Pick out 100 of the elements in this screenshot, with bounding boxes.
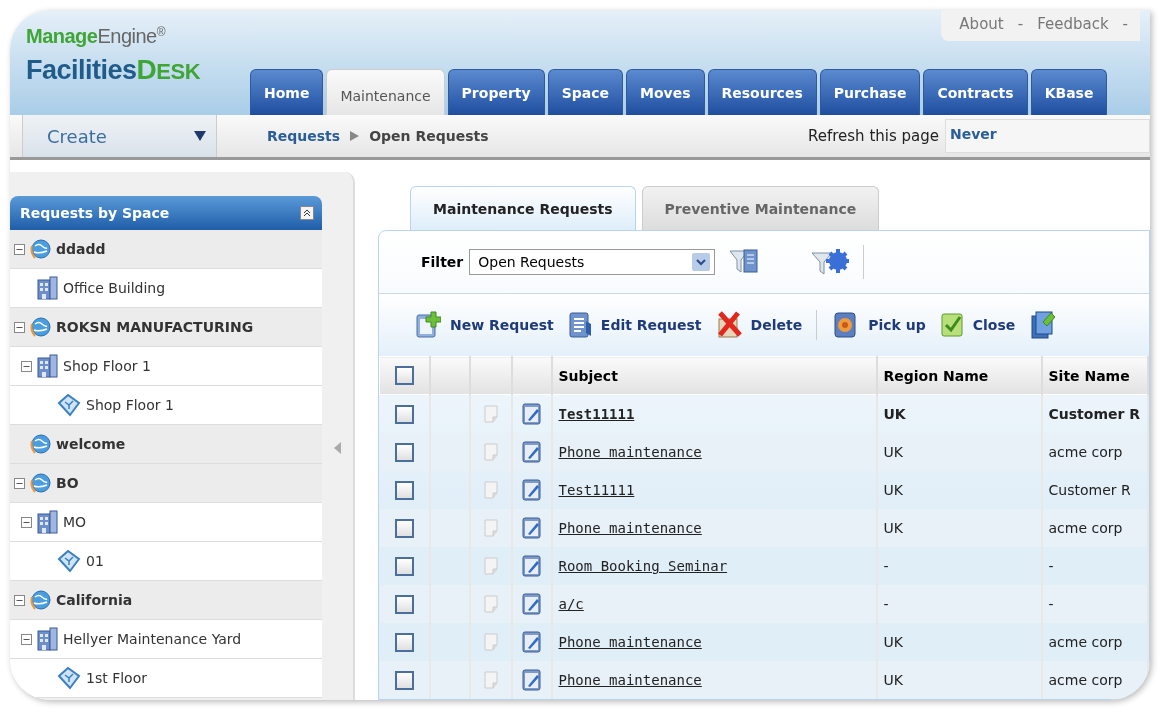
filter-settings-icon[interactable] [811,247,850,277]
floor-plan-icon [57,393,81,417]
building-icon [36,354,58,378]
tree-label: 01 [86,553,104,569]
toolbar-button[interactable]: Delete [715,311,803,339]
toolbar-button[interactable]: Edit Request [567,311,702,339]
note-icon [482,671,499,689]
tree-row[interactable]: MO [10,503,322,542]
edit-icon[interactable] [521,479,542,501]
edit-icon[interactable] [521,555,542,577]
nav-tab[interactable]: KBase [1030,69,1108,115]
note-icon [482,633,499,651]
edit-icon[interactable] [521,631,542,653]
subject-link[interactable]: Phone maintenance [558,520,702,536]
table-cell: UK [876,433,1042,471]
nav-tab[interactable]: Contracts [923,69,1028,115]
toolbar-button[interactable]: Pick up [833,311,926,339]
filter-select[interactable]: Open Requests [469,249,716,275]
tree-label: ROKSN MANUFACTURING [56,319,254,335]
breadcrumb-link[interactable]: Requests [267,128,341,144]
collapse-icon[interactable] [14,594,25,606]
tree-row[interactable]: ddadd [10,230,322,269]
collapse-icon[interactable] [21,516,32,528]
collapse-icon[interactable] [21,360,32,372]
edit-icon[interactable] [521,403,542,425]
edit-icon[interactable] [521,517,542,539]
breadcrumb-arrow-icon [350,131,360,141]
edit-icon[interactable] [521,669,542,691]
row-checkbox[interactable] [394,594,414,614]
column-header[interactable]: Subject [551,356,877,395]
create-dropdown[interactable]: Create [22,115,217,157]
header-link[interactable]: Feedback [1037,15,1109,33]
content-tab[interactable]: Preventive Maintenance [641,186,880,230]
subject-link[interactable]: Phone maintenance [558,634,702,650]
content-tab[interactable]: Maintenance Requests [410,186,636,230]
table-cell: - [1041,585,1148,623]
edit-icon[interactable] [521,441,542,463]
row-checkbox[interactable] [394,442,414,462]
dropdown-arrow-icon [194,131,206,141]
column-header[interactable]: Region Name [876,356,1042,395]
row-checkbox[interactable] [394,670,414,690]
collapse-icon[interactable] [14,477,25,489]
tree-row[interactable]: Office Building [10,269,322,308]
select-all-checkbox[interactable] [394,366,414,385]
building-icon [36,276,58,300]
tree-row[interactable]: Shop Floor 1 [10,386,322,425]
registered-mark: ® [156,25,166,39]
edit-icon[interactable] [521,593,542,615]
note-icon [482,481,499,499]
nav-tab[interactable]: Property [447,69,545,115]
row-checkbox[interactable] [394,632,414,652]
tree-row[interactable]: Shop Floor 1 [10,347,322,386]
collapse-icon[interactable] [300,206,314,220]
toolbar-button[interactable]: Close [939,311,1016,339]
subject-link[interactable]: a/c [558,596,584,612]
column-header[interactable]: Site Name [1041,356,1148,395]
delete-icon [715,311,742,339]
collapse-icon[interactable] [14,243,25,255]
subject-link[interactable]: Phone maintenance [558,672,702,688]
note-icon [482,595,499,613]
collapse-icon[interactable] [21,633,32,645]
tree-label: BO [56,475,79,491]
tree-row[interactable]: welcome [10,425,322,464]
nav-tab[interactable]: Home [250,69,324,115]
tree-row[interactable]: California [10,581,322,620]
toolbar-button[interactable]: New Request [415,311,554,339]
subject-link[interactable]: Test11111 [558,482,635,498]
refresh-select[interactable]: Never [945,119,1150,153]
nav-tab[interactable]: Purchase [819,69,921,115]
product-name: DESK [136,54,201,86]
link-separator: - [1017,15,1024,33]
nav-tab[interactable]: Maintenance [326,69,445,115]
nav-tab[interactable]: Space [547,69,623,115]
building-icon [36,627,58,651]
nav-tab[interactable]: Moves [626,69,705,115]
edit-document-icon [567,311,592,339]
tree-label: Shop Floor 1 [63,358,151,374]
row-checkbox[interactable] [394,518,414,538]
table-cell: UK [876,661,1042,699]
row-checkbox[interactable] [394,480,414,500]
book-icon[interactable] [1029,310,1056,340]
tree-row[interactable]: 1st Floor [10,659,322,698]
subject-link[interactable]: Phone maintenance [558,444,702,460]
header-link[interactable]: About [959,15,1004,33]
note-icon [482,557,499,575]
subject-link[interactable]: Room Booking Seminar [558,558,728,574]
tree-row[interactable]: 01 [10,542,322,581]
subject-link[interactable]: Test11111 [558,406,635,422]
nav-tab[interactable]: Resources [707,69,817,115]
collapse-icon[interactable] [14,321,25,333]
row-checkbox[interactable] [394,556,414,576]
tree-row[interactable]: ROKSN MANUFACTURING [10,308,322,347]
row-checkbox[interactable] [394,404,414,424]
product-name: Facilities [26,55,137,85]
note-icon [482,519,499,537]
filter-label: Filter [421,254,464,270]
globe-icon [29,433,51,455]
tree-row[interactable]: BO [10,464,322,503]
globe-icon [29,472,51,494]
tree-row[interactable]: Hellyer Maintenance Yard [10,620,322,659]
